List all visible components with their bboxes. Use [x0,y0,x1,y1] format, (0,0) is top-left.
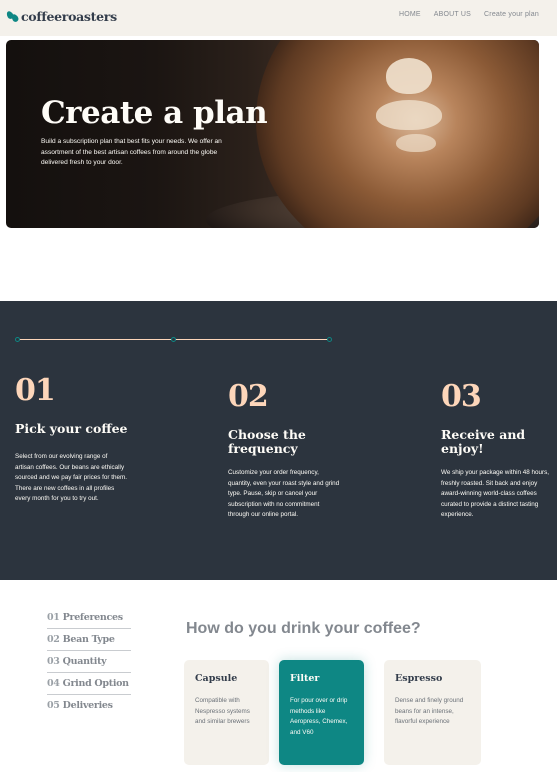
plan-nav-preferences[interactable]: 01 Preferences [47,607,131,629]
step-title: Receive and enjoy! [441,427,526,456]
option-description: For pour over or drip methods like Aerop… [290,697,348,736]
option-filter[interactable]: Filter For pour over or drip methods lik… [279,660,364,765]
option-description: Dense and finely ground beans for an int… [395,697,464,725]
plan-nav-bean-type[interactable]: 02 Bean Type [47,629,131,651]
latte-art-icon [366,50,456,160]
step-dot-2 [171,337,176,342]
step-dot-3 [327,337,332,342]
logo-text: coffeeroasters [21,9,117,24]
step-number: 01 [15,373,56,408]
plan-nav-deliveries[interactable]: 05 Deliveries [47,695,131,717]
step-card-2: 02 Choose the frequency Customize your o… [228,379,348,521]
step-card-1: 01 Pick your coffee Select from our evol… [15,373,135,505]
site-header: coffeeroasters HOME ABOUT US Create your… [0,0,557,36]
coffee-bean-icon [5,10,20,23]
option-title: Capsule [195,673,238,684]
option-capsule[interactable]: Capsule Compatible with Nespresso system… [184,660,269,765]
how-it-works-section: 01 Pick your coffee Select from our evol… [0,301,557,580]
step-dot-1 [15,337,20,342]
nav-about-link[interactable]: ABOUT US [434,11,471,18]
step-number: 02 [228,379,269,414]
nav-create-plan-link[interactable]: Create your plan [484,11,539,18]
step-title: Choose the frequency [228,427,306,456]
option-title: Espresso [395,673,443,684]
option-description: Compatible with Nespresso systems and si… [195,697,250,725]
option-title: Filter [290,673,320,684]
hero-banner: Create a plan Build a subscription plan … [6,40,539,228]
step-card-3: 03 Receive and enjoy! We ship your packa… [441,379,557,521]
step-text: We ship your package within 48 hours, fr… [441,469,550,519]
option-espresso[interactable]: Espresso Dense and finely ground beans f… [384,660,481,765]
step-title: Pick your coffee [15,421,128,436]
step-text: Select from our evolving range of artisa… [15,453,127,503]
hero-title: Create a plan [41,95,268,131]
step-text: Customize your order frequency, quantity… [228,469,340,519]
nav-home-link[interactable]: HOME [399,11,421,18]
main-nav: HOME ABOUT US Create your plan [399,11,539,18]
plan-nav-quantity[interactable]: 03 Quantity [47,651,131,673]
logo[interactable]: coffeeroasters [5,9,117,24]
preference-question: How do you drink your coffee? [186,620,421,637]
step-number: 03 [441,379,482,414]
hero-description: Build a subscription plan that best fits… [41,138,222,166]
plan-nav-grind-option[interactable]: 04 Grind Option [47,673,131,695]
plan-steps-nav: 01 Preferences 02 Bean Type 03 Quantity … [47,607,131,717]
